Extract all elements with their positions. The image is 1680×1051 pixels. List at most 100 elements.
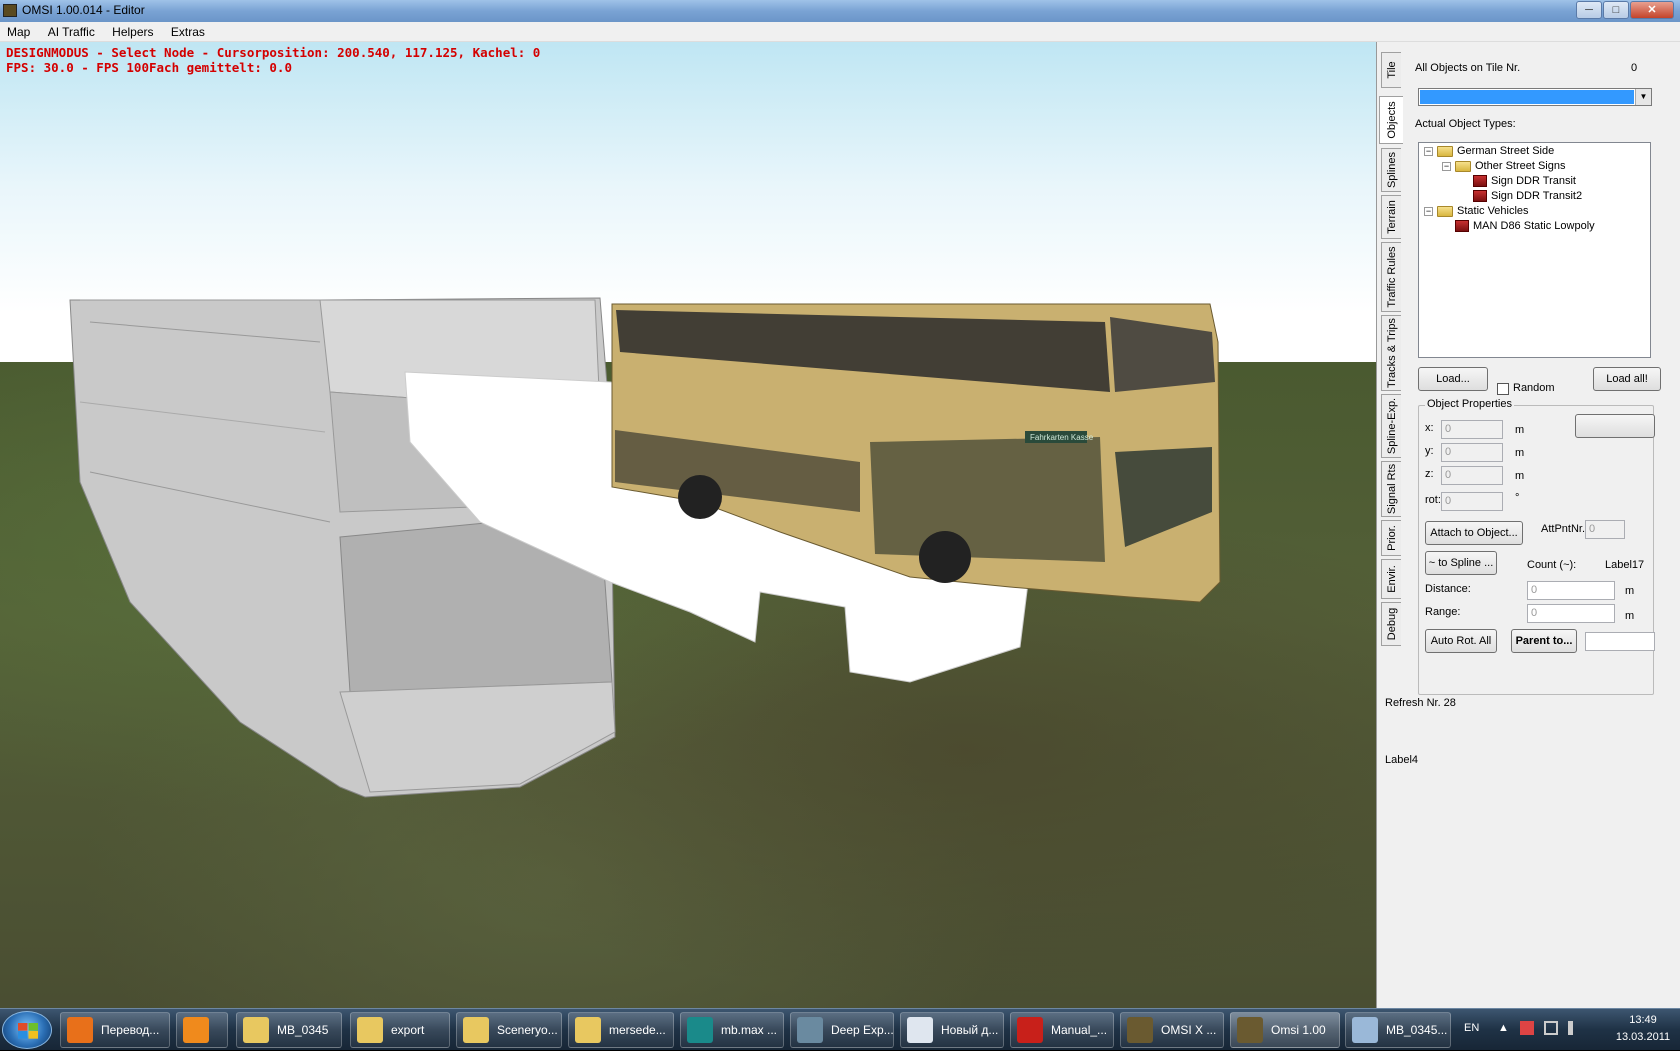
taskbar-item[interactable]: Sceneryo... [456,1012,562,1048]
tab-tile[interactable]: Tile [1381,52,1401,88]
collapse-icon[interactable]: − [1424,206,1433,216]
y-field[interactable]: 0 [1441,443,1503,462]
start-button[interactable] [2,1011,52,1049]
tab-splines[interactable]: Splines [1381,148,1401,192]
tree-node[interactable]: − Static Vehicles [1424,205,1529,217]
y-unit: m [1515,447,1525,459]
window-title: OMSI 1.00.014 - Editor [22,3,145,17]
tree-node[interactable]: Sign DDR Transit2 [1473,190,1582,202]
object-icon [1473,190,1487,202]
collapse-icon[interactable]: − [1442,161,1451,171]
tab-terrain[interactable]: Terrain [1381,195,1401,239]
title-bar: OMSI 1.00.014 - Editor ─ □ ✕ [0,0,1680,22]
maximize-button[interactable]: □ [1603,1,1629,19]
media-player-icon [183,1017,209,1043]
chevron-down-icon[interactable]: ▼ [1635,89,1651,105]
object-icon [1473,175,1487,187]
omsi-icon [1237,1017,1263,1043]
tab-prior[interactable]: Prior. [1381,520,1401,556]
load-button[interactable]: Load... [1418,367,1488,391]
tab-spline-exp[interactable]: Spline-Exp. [1381,394,1401,458]
z-label: z: [1425,468,1434,480]
clock-date[interactable]: 13.03.2011 [1608,1031,1678,1043]
tab-tracks-trips[interactable]: Tracks & Trips [1381,315,1401,391]
tab-envir[interactable]: Envir. [1381,559,1401,599]
clock-time[interactable]: 13:49 [1608,1014,1678,1026]
firefox-icon [67,1017,93,1043]
tab-debug[interactable]: Debug [1381,602,1401,646]
taskbar-item[interactable]: MB_0345... [1345,1012,1451,1048]
taskbar-item[interactable]: Manual_... [1010,1012,1114,1048]
volume-icon[interactable] [1568,1021,1582,1035]
status-overlay-line1: DESIGNMODUS - Select Node - Cursorpositi… [6,45,541,60]
taskbar-item-label: Omsi 1.00 [1271,1023,1326,1037]
action-center-icon[interactable] [1520,1021,1534,1035]
label4: Label4 [1385,754,1419,766]
tab-traffic-rules[interactable]: Traffic Rules [1381,242,1401,312]
taskbar-item[interactable]: Перевод... [60,1012,170,1048]
pdf-icon [1017,1017,1043,1043]
taskbar-item-label: export [391,1023,425,1037]
folder-icon [1437,145,1453,157]
taskbar-item[interactable] [176,1012,228,1048]
to-spline-button[interactable]: ~ to Spline ... [1425,551,1497,575]
menu-helpers[interactable]: Helpers [105,22,160,42]
auto-rot-all-button[interactable]: Auto Rot. All [1425,629,1497,653]
parent-field[interactable] [1585,632,1655,651]
system-tray: EN ▲ 13:49 13.03.2011 [1460,1009,1680,1051]
vertical-tabs: Tile Objects Splines Terrain Traffic Rul… [1377,52,1403,692]
attpnt-field[interactable]: 0 [1585,520,1625,539]
taskbar-item-label: MB_0345... [1386,1023,1448,1037]
menu-extras[interactable]: Extras [164,22,212,42]
taskbar-item[interactable]: OMSI X ... [1120,1012,1224,1048]
tab-objects[interactable]: Objects [1379,96,1403,144]
z-field[interactable]: 0 [1441,466,1503,485]
random-checkbox[interactable] [1497,383,1509,395]
collapse-icon[interactable]: − [1424,146,1433,156]
folder-icon [1455,160,1471,172]
image-viewer-icon [1352,1017,1378,1043]
language-indicator[interactable]: EN [1464,1022,1479,1034]
taskbar-item[interactable]: export [350,1012,450,1048]
tree-node[interactable]: − Other Street Signs [1442,160,1566,172]
taskbar-item[interactable]: mb.max ... [680,1012,784,1048]
x-field[interactable]: 0 [1441,420,1503,439]
distance-field[interactable]: 0 [1527,581,1615,600]
object-icon [1455,220,1469,232]
taskbar-item[interactable]: mersede... [568,1012,674,1048]
folder-icon [243,1017,269,1043]
z-unit: m [1515,470,1525,482]
menu-ai-traffic[interactable]: AI Traffic [41,22,102,42]
taskbar-item[interactable]: Omsi 1.00 [1230,1012,1340,1048]
taskbar-item[interactable]: Новый д... [900,1012,1004,1048]
range-field[interactable]: 0 [1527,604,1615,623]
tab-signal-rts[interactable]: Signal Rts [1381,461,1401,517]
close-button[interactable]: ✕ [1630,1,1674,19]
menu-map[interactable]: Map [0,22,37,42]
taskbar-item[interactable]: MB_0345 [236,1012,342,1048]
taskbar-item-label: mersede... [609,1023,666,1037]
rot-label: rot: [1425,494,1441,506]
disabled-property-button[interactable] [1575,414,1655,438]
scene-objects: Fahrkarten Kasse [69,297,1221,798]
parent-to-button[interactable]: Parent to... [1511,629,1577,653]
taskbar-item[interactable]: Deep Exp... [790,1012,894,1048]
editor-side-panel: Tile Objects Splines Terrain Traffic Rul… [1376,42,1680,1008]
load-all-button[interactable]: Load all! [1593,367,1661,391]
object-select-dropdown[interactable]: ▼ [1418,88,1652,106]
3d-viewport[interactable]: Fahrkarten Kasse DESIGNMODUS - Select No… [0,42,1376,1008]
minimize-button[interactable]: ─ [1576,1,1602,19]
tray-arrow-icon[interactable]: ▲ [1498,1022,1509,1034]
rot-field[interactable]: 0 [1441,492,1503,511]
tree-node[interactable]: Sign DDR Transit [1473,175,1576,187]
network-icon[interactable] [1544,1021,1558,1035]
destination-sign: Fahrkarten Kasse [1030,433,1094,442]
rot-unit: ° [1515,492,1520,504]
folder-icon [463,1017,489,1043]
range-label: Range: [1425,606,1461,618]
attach-to-object-button[interactable]: Attach to Object... [1425,521,1523,545]
object-types-tree[interactable]: − German Street Side − Other Street Signs … [1418,142,1651,358]
tree-node[interactable]: − German Street Side [1424,145,1554,157]
taskbar-item-label: mb.max ... [721,1023,778,1037]
tree-node[interactable]: MAN D86 Static Lowpoly [1455,220,1595,232]
